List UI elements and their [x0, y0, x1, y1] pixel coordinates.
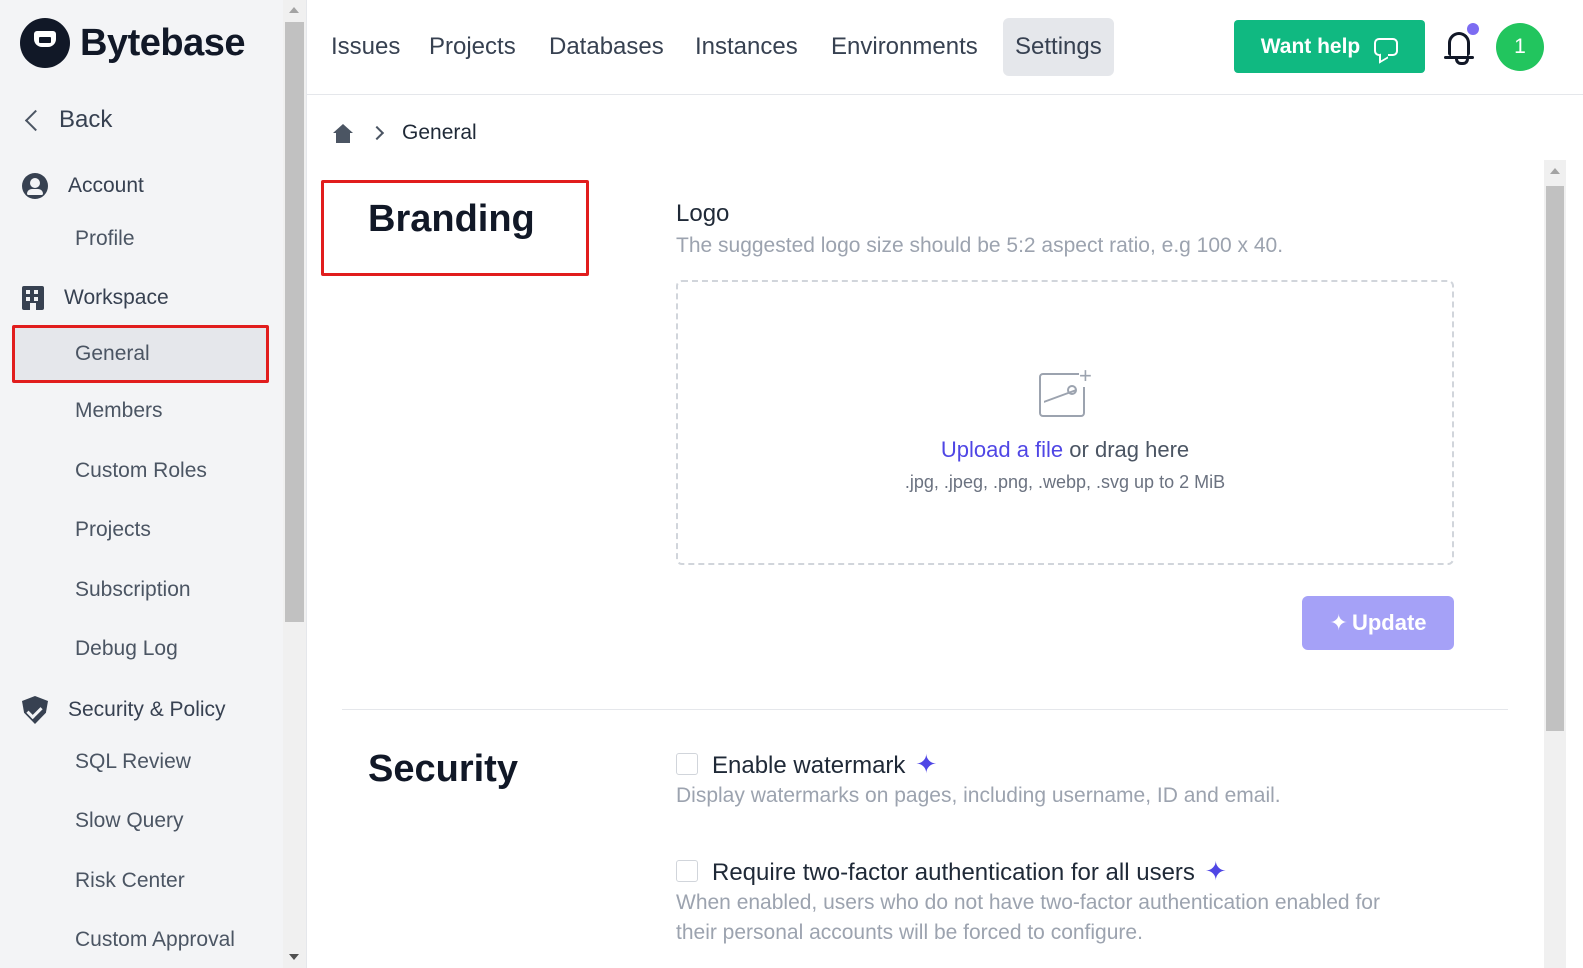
- scroll-up-arrow-icon[interactable]: [289, 7, 299, 13]
- nav-environments[interactable]: Environments: [819, 18, 990, 76]
- sparkle-icon: ✦: [915, 749, 938, 779]
- sidebar-item-risk-center[interactable]: Risk Center: [75, 869, 185, 893]
- account-icon: [22, 173, 48, 199]
- top-navigation: Issues Projects Databases Instances Envi…: [307, 0, 1583, 95]
- shield-icon: [22, 696, 48, 724]
- twofa-hint-line-1: When enabled, users who do not have two-…: [676, 891, 1380, 914]
- sparkle-icon: ✦: [1204, 856, 1227, 886]
- twofa-checkbox[interactable]: [676, 860, 698, 882]
- watermark-label: Enable watermark ✦: [712, 749, 937, 780]
- upload-formats: .jpg, .jpeg, .png, .webp, .svg up to 2 M…: [904, 472, 1226, 492]
- image-add-icon: +: [1039, 365, 1092, 419]
- want-help-button[interactable]: Want help: [1234, 20, 1425, 73]
- logo-label: Logo: [676, 200, 730, 227]
- nav-projects[interactable]: Projects: [417, 18, 528, 76]
- sidebar-item-subscription[interactable]: Subscription: [75, 578, 191, 602]
- sidebar-section-security[interactable]: Security & Policy: [22, 696, 226, 724]
- watermark-hint: Display watermarks on pages, including u…: [676, 784, 1281, 807]
- sidebar-section-label: Account: [68, 174, 144, 197]
- sidebar-item-slow-query[interactable]: Slow Query: [75, 809, 184, 833]
- sidebar-item-custom-roles[interactable]: Custom Roles: [75, 459, 207, 483]
- sidebar-item-debug-log[interactable]: Debug Log: [75, 637, 178, 661]
- logo-dropzone[interactable]: + Upload a file or drag here .jpg, .jpeg…: [676, 280, 1454, 565]
- sidebar-item-projects[interactable]: Projects: [75, 518, 151, 542]
- chevron-right-icon: [369, 125, 385, 141]
- sidebar-section-label: Workspace: [64, 286, 169, 309]
- twofa-hint-line-2: their personal accounts will be forced t…: [676, 921, 1143, 944]
- want-help-label: Want help: [1260, 34, 1361, 58]
- sparkle-icon: ✦: [1329, 610, 1348, 635]
- sidebar: Bytebase Back Account Profile Workspace …: [0, 0, 283, 968]
- branding-title: Branding: [368, 198, 535, 240]
- sidebar-section-workspace[interactable]: Workspace: [22, 286, 169, 310]
- section-divider: [342, 709, 1508, 710]
- upload-file-link[interactable]: Upload a file: [941, 437, 1063, 462]
- upload-rest-text: or drag here: [1063, 437, 1190, 462]
- brand-logo[interactable]: Bytebase: [20, 18, 245, 68]
- bytebase-logo-icon: [20, 18, 70, 68]
- scrollbar-thumb[interactable]: [1546, 186, 1564, 731]
- scrollbar-thumb[interactable]: [285, 22, 304, 622]
- update-label: Update: [1351, 610, 1427, 635]
- nav-databases[interactable]: Databases: [537, 18, 676, 76]
- back-label: Back: [59, 106, 113, 133]
- twofa-label-text: Require two-factor authentication for al…: [712, 859, 1195, 886]
- main-scrollbar[interactable]: [1544, 160, 1566, 968]
- home-icon[interactable]: [333, 124, 353, 143]
- sidebar-item-members[interactable]: Members: [75, 399, 163, 423]
- back-button[interactable]: Back: [22, 106, 112, 134]
- sidebar-section-label: Security & Policy: [68, 698, 226, 721]
- building-icon: [22, 286, 44, 310]
- watermark-checkbox[interactable]: [676, 753, 698, 775]
- nav-settings[interactable]: Settings: [1003, 18, 1114, 76]
- nav-instances[interactable]: Instances: [683, 18, 810, 76]
- breadcrumb-current: General: [402, 121, 477, 144]
- bell-icon[interactable]: [1444, 32, 1474, 65]
- watermark-label-text: Enable watermark: [712, 752, 906, 779]
- nav-issues[interactable]: Issues: [319, 18, 412, 76]
- notification-dot: [1467, 23, 1479, 35]
- twofa-label: Require two-factor authentication for al…: [712, 856, 1227, 887]
- avatar[interactable]: 1: [1496, 23, 1544, 71]
- chat-icon: [1374, 37, 1399, 56]
- brand-name: Bytebase: [80, 21, 245, 64]
- logo-hint: The suggested logo size should be 5:2 as…: [676, 234, 1284, 257]
- sidebar-item-custom-approval[interactable]: Custom Approval: [75, 928, 235, 952]
- sidebar-section-account[interactable]: Account: [22, 173, 144, 199]
- sidebar-item-profile[interactable]: Profile: [75, 227, 135, 251]
- sidebar-scrollbar[interactable]: [283, 0, 307, 968]
- highlight-box-general: [12, 325, 269, 383]
- sidebar-item-sql-review[interactable]: SQL Review: [75, 750, 191, 774]
- scroll-down-arrow-icon[interactable]: [289, 954, 299, 960]
- chevron-left-icon: [24, 109, 47, 131]
- scroll-up-arrow-icon[interactable]: [1550, 168, 1560, 174]
- security-title: Security: [368, 748, 518, 790]
- update-button[interactable]: ✦ Update: [1302, 596, 1454, 650]
- upload-instructions: Upload a file or drag here: [678, 437, 1452, 463]
